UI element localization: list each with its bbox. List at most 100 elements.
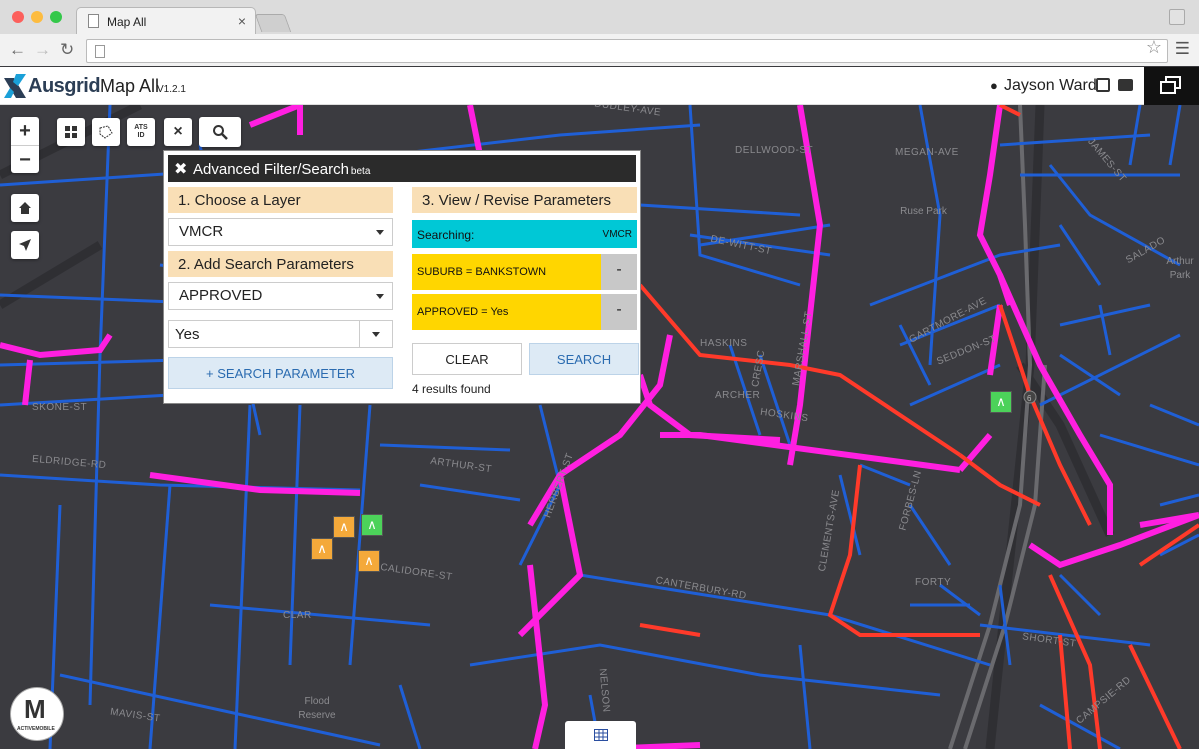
notes-icon[interactable] [1096, 78, 1110, 92]
attribute-table-tab[interactable] [565, 721, 636, 749]
browser-toolbar: ← → ↻ ☆ ☰ [0, 34, 1199, 66]
zoom-out-button[interactable]: − [11, 146, 39, 174]
tools-icon: ✖ [174, 161, 188, 178]
lasso-icon [99, 125, 113, 139]
home-icon [19, 202, 31, 214]
table-icon [593, 729, 608, 741]
step-view-parameters: 3. View / Revise Parameters [412, 187, 637, 213]
place-label: Flood Reserve [292, 695, 342, 723]
logo-letter: M [24, 694, 46, 724]
app-version: V1.2.1 [157, 84, 186, 95]
parameter-chip: SUBURB = BANKSTOWN - [412, 254, 637, 290]
activemobile-logo: M ACTIVEMOBILE [10, 687, 64, 741]
street-label: FORTY [915, 577, 952, 588]
place-label: Ruse Park [896, 205, 951, 219]
close-filter-button[interactable]: × [164, 118, 192, 146]
home-button[interactable] [11, 194, 39, 222]
searching-label: Searching: [417, 228, 475, 242]
page-icon [88, 14, 99, 28]
brand-name: Ausgrid [28, 75, 101, 97]
back-icon[interactable]: ← [9, 40, 26, 60]
layer-select[interactable]: VMCR [168, 218, 393, 246]
forward-icon[interactable]: → [34, 40, 51, 60]
reload-icon[interactable]: ↻ [60, 40, 74, 60]
place-label-text: Ruse Park [900, 206, 947, 217]
search-icon [213, 125, 228, 140]
street-label: DELLWOOD-ST [735, 145, 814, 156]
street-label: ARCHER [715, 390, 761, 401]
street-label: CLAR [283, 610, 312, 621]
browser-menu-icon[interactable]: ☰ [1175, 39, 1190, 59]
new-tab-button[interactable] [254, 14, 292, 32]
parameter-chip: APPROVED = Yes - [412, 294, 637, 330]
advanced-filter-panel: ✖ Advanced Filter/Search beta 1. Choose a… [163, 150, 641, 404]
parameter-chip-text: APPROVED = Yes [417, 306, 509, 318]
ats-id-button[interactable]: ATS ID [127, 118, 155, 146]
grid-button[interactable] [57, 118, 85, 146]
browser-chrome: Map All × ← → ↻ ☆ ☰ [0, 0, 1199, 66]
remove-parameter-button[interactable]: - [601, 254, 637, 290]
place-label: Arthur Park [1160, 255, 1199, 283]
layers-button[interactable] [1144, 67, 1199, 105]
app-name: Map All [100, 76, 160, 96]
parameter-chip-text: SUBURB = BANKSTOWN [417, 266, 547, 278]
searching-layer-bar: Searching: VMCR [412, 220, 637, 248]
tree-marker[interactable]: ∧ [990, 391, 1012, 413]
tree-marker[interactable]: ∧ [361, 514, 383, 536]
results-count: 4 results found [412, 382, 491, 396]
street-label: HASKINS [700, 338, 748, 349]
search-button[interactable] [199, 117, 241, 147]
parameter-field-select[interactable]: APPROVED [168, 282, 393, 310]
ats-id-label: ATS ID [134, 124, 148, 139]
place-label-text: Flood Reserve [298, 696, 336, 721]
chevron-down-icon [376, 294, 384, 299]
panel-title: Advanced Filter/Search beta [193, 161, 370, 178]
zoom-control: + − [11, 117, 39, 173]
beta-badge: beta [350, 166, 371, 177]
tree-marker[interactable]: ∧ [358, 550, 380, 572]
parameter-field-value: APPROVED [179, 287, 263, 304]
tab-title: Map All [107, 15, 147, 29]
place-label-text: Arthur Park [1166, 256, 1194, 281]
zoom-in-button[interactable]: + [11, 117, 39, 145]
logo-text: ACTIVEMOBILE [17, 726, 55, 732]
browser-tab[interactable]: Map All × [76, 7, 256, 35]
clear-button[interactable]: CLEAR [412, 343, 522, 375]
parameter-value-dropdown-button[interactable] [360, 320, 393, 348]
street-label: MEGAN-AVE [895, 147, 959, 158]
tree-marker[interactable]: ∧ [333, 516, 355, 538]
add-search-parameter-button[interactable]: + SEARCH PARAMETER [168, 357, 393, 389]
user-name[interactable]: Jayson Ward [988, 77, 1097, 95]
briefcase-icon[interactable] [1118, 79, 1133, 91]
remove-parameter-button[interactable]: - [601, 294, 637, 330]
step-choose-layer: 1. Choose a Layer [168, 187, 393, 213]
route-badge: 6 [1027, 394, 1032, 403]
bookmark-star-icon[interactable]: ☆ [1146, 37, 1162, 58]
search-submit-button[interactable]: SEARCH [529, 343, 639, 375]
close-icon: × [173, 123, 183, 140]
tree-marker[interactable]: ∧ [311, 538, 333, 560]
window-maximize-button[interactable] [50, 11, 62, 23]
profile-icon[interactable] [1169, 9, 1185, 25]
step-add-parameters: 2. Add Search Parameters [168, 251, 393, 277]
app-header: Ausgrid Map All V1.2.1 ● Jayson Ward [0, 67, 1199, 105]
locate-arrow-icon [19, 239, 31, 251]
page-icon [95, 45, 105, 58]
locate-button[interactable] [11, 231, 39, 259]
lasso-button[interactable] [92, 118, 120, 146]
panel-title-text: Advanced Filter/Search [193, 161, 349, 178]
layer-select-value: VMCR [179, 223, 224, 240]
address-bar[interactable] [86, 39, 1168, 63]
tab-close-icon[interactable]: × [238, 13, 246, 29]
grid-icon [65, 126, 77, 138]
window-close-button[interactable] [12, 11, 24, 23]
ausgrid-logo-icon [4, 74, 26, 98]
street-label: SKONE-ST [32, 402, 88, 413]
user-name-text: Jayson Ward [1004, 77, 1097, 94]
searching-layer-value: VMCR [602, 229, 632, 240]
tab-strip: Map All × [0, 0, 1199, 35]
window-minimize-button[interactable] [31, 11, 43, 23]
panel-header: ✖ Advanced Filter/Search beta [168, 155, 636, 182]
parameter-value-input[interactable]: Yes [168, 320, 360, 348]
chevron-down-icon [376, 230, 384, 235]
